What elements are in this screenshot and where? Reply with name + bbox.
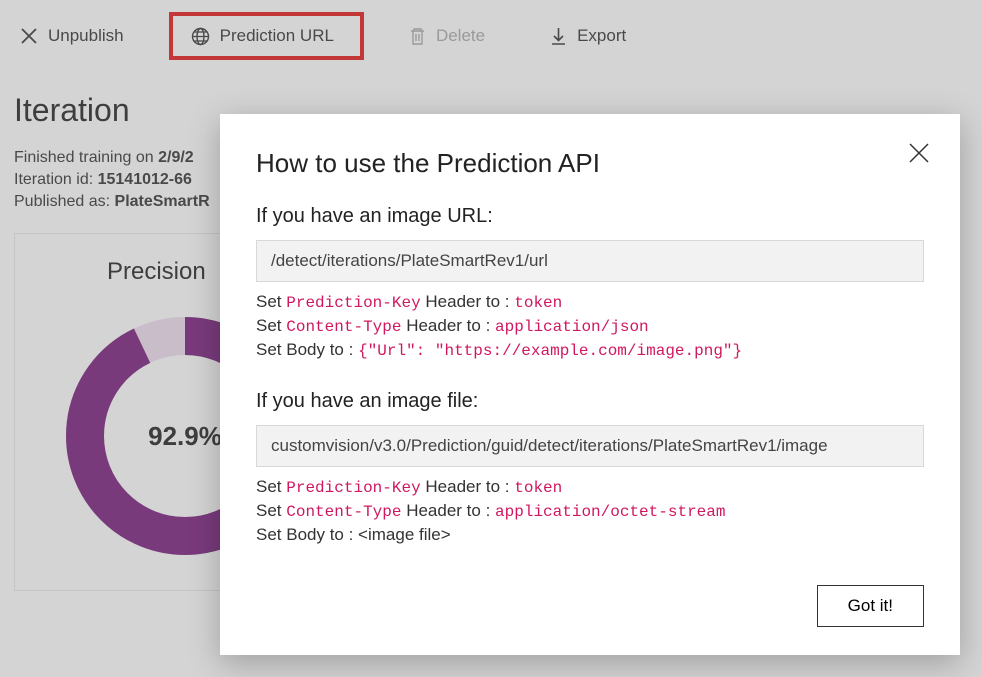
code: application/octet-stream: [495, 503, 725, 521]
text: Header to :: [401, 501, 495, 520]
code: token: [514, 479, 562, 497]
url-line-2: Set Content-Type Header to : application…: [256, 316, 924, 336]
text: Set: [256, 477, 286, 496]
file-line-2: Set Content-Type Header to : application…: [256, 501, 924, 521]
code: token: [514, 294, 562, 312]
text: Set: [256, 292, 286, 311]
modal-title: How to use the Prediction API: [256, 148, 924, 179]
got-it-button[interactable]: Got it!: [817, 585, 924, 627]
modal-footer: Got it!: [256, 585, 924, 627]
code: Content-Type: [286, 503, 401, 521]
text: Header to :: [421, 477, 515, 496]
url-section-heading: If you have an image URL:: [256, 205, 924, 228]
url-endpoint-box[interactable]: /detect/iterations/PlateSmartRev1/url: [256, 240, 924, 282]
prediction-api-modal: How to use the Prediction API If you hav…: [220, 114, 960, 655]
file-endpoint-box[interactable]: customvision/v3.0/Prediction/guid/detect…: [256, 425, 924, 467]
close-icon: [906, 140, 932, 166]
code: application/json: [495, 318, 649, 336]
file-line-3: Set Body to : <image file>: [256, 525, 924, 545]
code: {"Url": "https://example.com/image.png"}: [358, 342, 742, 360]
code: Prediction-Key: [286, 294, 420, 312]
text: Set: [256, 501, 286, 520]
url-line-3: Set Body to : {"Url": "https://example.c…: [256, 340, 924, 360]
file-line-1: Set Prediction-Key Header to : token: [256, 477, 924, 497]
code: Prediction-Key: [286, 479, 420, 497]
modal-close-button[interactable]: [906, 140, 932, 166]
text: Header to :: [401, 316, 495, 335]
text: Set: [256, 316, 286, 335]
file-section-heading: If you have an image file:: [256, 390, 924, 413]
code: Content-Type: [286, 318, 401, 336]
text: Header to :: [421, 292, 515, 311]
url-line-1: Set Prediction-Key Header to : token: [256, 292, 924, 312]
text: Set Body to :: [256, 340, 358, 359]
